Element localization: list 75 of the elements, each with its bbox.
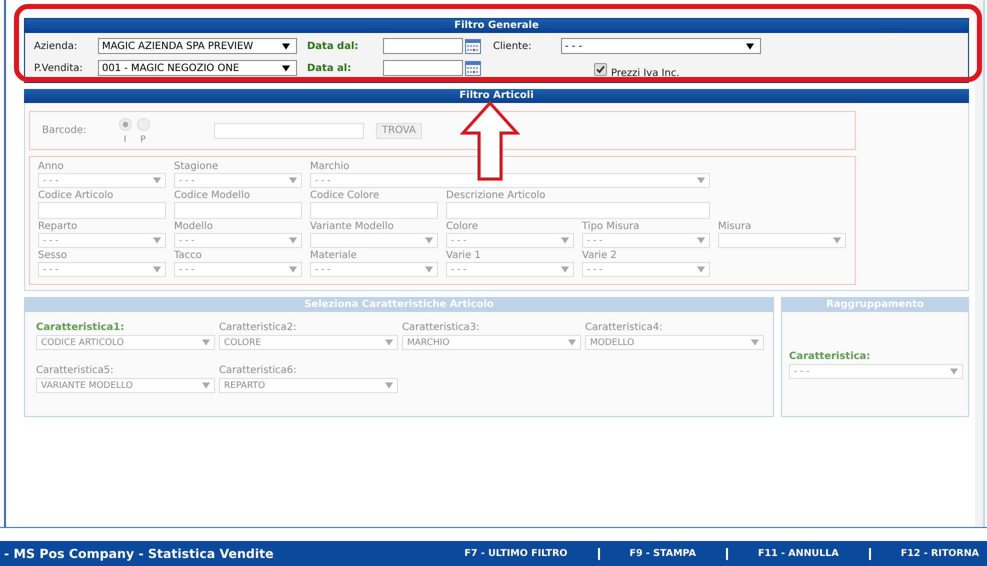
field-label: P.Vendita:: [34, 62, 84, 74]
caret-icon: [153, 237, 161, 244]
caret-icon: [746, 42, 754, 50]
shortcut-key[interactable]: F11 - ANNULLA: [758, 548, 839, 559]
field-label: Reparto: [38, 220, 78, 233]
caret-icon: [385, 382, 393, 389]
field-label: Varie 2: [582, 249, 618, 262]
panel-header: Raggruppamento: [782, 298, 968, 312]
panel-header: Filtro Articoli: [24, 89, 969, 103]
customer-select[interactable]: - - -: [561, 38, 761, 54]
panel-header: Filtro Generale: [25, 19, 968, 33]
field-label: Barcode:: [42, 124, 88, 137]
calendar-icon[interactable]: [465, 60, 481, 76]
date-field[interactable]: [383, 38, 463, 54]
caret-icon: [751, 339, 759, 346]
caret-icon: [568, 339, 576, 346]
field-label: Codice Articolo: [38, 189, 114, 202]
field-label: Variante Modello: [310, 220, 395, 233]
field-label: Colore: [446, 220, 480, 233]
radio-label: I: [124, 135, 126, 145]
field-label: Stagione: [174, 160, 220, 173]
radio-label: P: [140, 135, 146, 145]
caret-icon: [561, 237, 569, 244]
field-label: Tacco: [174, 249, 203, 262]
field-label: Caratteristica6:: [219, 365, 298, 376]
checkbox-label: Prezzi Iva Inc.: [611, 68, 680, 78]
field-label: Cliente:: [493, 40, 532, 52]
field-label: Caratteristica5:: [36, 365, 114, 376]
caret-icon: [697, 177, 705, 184]
field-label: Marchio: [310, 160, 350, 173]
field-label: Caratteristica1:: [36, 322, 126, 333]
field-label: Sesso: [38, 249, 68, 262]
field-label: Caratteristica4:: [585, 322, 664, 333]
calendar-icon[interactable]: [465, 38, 481, 54]
field-label: Misura: [718, 220, 752, 233]
shortcut-key[interactable]: F12 - RITORNA: [900, 548, 979, 559]
field-label: Caratteristica3:: [402, 322, 480, 333]
caret-icon: [561, 266, 569, 273]
field-label: Tipo Misura: [582, 220, 640, 233]
field-label: Codice Colore: [310, 189, 380, 202]
caret-icon: [425, 237, 433, 244]
date-field[interactable]: [383, 60, 463, 76]
field-label: Caratteristica:: [789, 351, 872, 362]
caret-icon: [833, 237, 841, 244]
company-select[interactable]: MAGIC AZIENDA SPA PREVIEW: [98, 38, 297, 54]
field-label: Varie 1: [446, 249, 482, 262]
checkbox[interactable]: [594, 62, 607, 76]
field-label: Materiale: [310, 249, 358, 262]
field-label: Modello: [174, 220, 214, 233]
caret-icon: [425, 266, 433, 273]
app-title: - MS Pos Company - Statistica Vendite: [4, 546, 274, 561]
caret-icon: [289, 266, 297, 273]
caret-icon: [385, 339, 393, 346]
field-label: Data al:: [307, 62, 352, 74]
caret-icon: [282, 64, 290, 72]
caret-icon: [697, 237, 705, 244]
shortcut-key[interactable]: F9 - STAMPA: [630, 548, 696, 559]
shortcut-key[interactable]: F7 - ULTIMO FILTRO: [464, 548, 568, 559]
caret-icon: [289, 177, 297, 184]
field-label: Codice Modello: [174, 189, 251, 202]
caret-icon: [153, 177, 161, 184]
caret-icon: [153, 266, 161, 273]
field-label: Anno: [38, 160, 65, 173]
caret-icon: [289, 237, 297, 244]
field-label: Caratteristica2:: [219, 322, 298, 333]
caret-icon: [697, 266, 705, 273]
panel-header: Seleziona Caratteristiche Articolo: [25, 298, 773, 312]
field-label: Azienda:: [34, 40, 78, 52]
caret-icon: [202, 339, 210, 346]
caret-icon: [282, 42, 290, 50]
caret-icon: [950, 368, 958, 375]
field-label: Data dal:: [307, 40, 360, 52]
field-label: Descrizione Articolo: [446, 189, 546, 202]
store-select[interactable]: 001 - MAGIC NEGOZIO ONE: [98, 60, 297, 76]
caret-icon: [202, 382, 210, 389]
